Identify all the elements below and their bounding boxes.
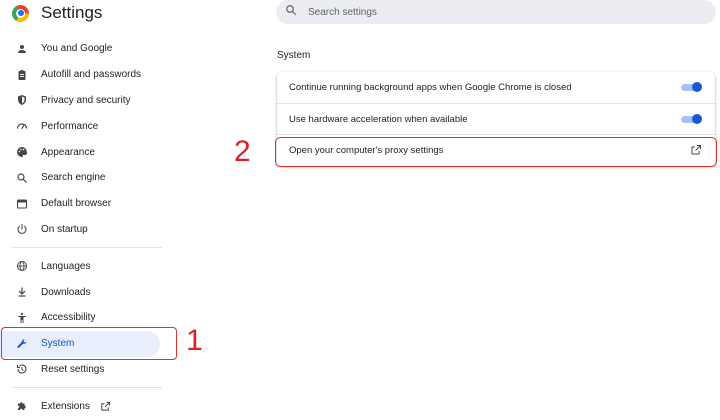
search-icon xyxy=(16,172,28,184)
sidebar-item-label: On startup xyxy=(41,223,88,235)
clipboard-icon xyxy=(16,69,28,81)
puzzle-icon xyxy=(16,400,28,412)
chrome-logo-icon xyxy=(12,4,29,22)
background-apps-row[interactable]: Continue running background apps when Go… xyxy=(277,72,715,103)
palette-icon xyxy=(16,146,28,158)
annotation-highlight-system xyxy=(1,327,177,360)
annotation-step-2: 2 xyxy=(234,135,251,168)
sidebar-item-performance[interactable]: Performance xyxy=(0,113,168,139)
sidebar-item-label: Search engine xyxy=(41,172,106,184)
sidebar-item-privacy[interactable]: Privacy and security xyxy=(0,88,168,114)
search-icon xyxy=(285,3,297,21)
accessibility-icon xyxy=(16,312,28,324)
annotation-step-1: 1 xyxy=(186,324,203,357)
globe-icon xyxy=(16,260,28,272)
sidebar-item-label: You and Google xyxy=(41,43,113,55)
sidebar-item-languages[interactable]: Languages xyxy=(0,253,168,279)
sidebar-item-extensions[interactable]: Extensions xyxy=(0,393,168,419)
sidebar: You and Google Autofill and passwords Pr… xyxy=(0,36,168,419)
hardware-acceleration-toggle[interactable] xyxy=(681,114,702,124)
sidebar-item-downloads[interactable]: Downloads xyxy=(0,279,168,305)
history-icon xyxy=(16,363,28,375)
speedometer-icon xyxy=(16,120,28,132)
download-icon xyxy=(16,286,28,298)
sidebar-divider xyxy=(12,387,162,389)
sidebar-item-label: Performance xyxy=(41,120,99,132)
setting-label: Use hardware acceleration when available xyxy=(289,113,468,125)
sidebar-item-default-browser[interactable]: Default browser xyxy=(0,191,168,217)
sidebar-item-label: Reset settings xyxy=(41,363,105,375)
sidebar-item-label: Accessibility xyxy=(41,312,96,324)
setting-label: Continue running background apps when Go… xyxy=(289,82,572,93)
sidebar-item-search-engine[interactable]: Search engine xyxy=(0,165,168,191)
hardware-acceleration-row[interactable]: Use hardware acceleration when available xyxy=(277,103,715,134)
section-title: System xyxy=(277,50,311,61)
sidebar-item-label: Privacy and security xyxy=(41,94,131,106)
sidebar-item-appearance[interactable]: Appearance xyxy=(0,139,168,165)
toggle-knob xyxy=(692,114,702,124)
toggle-knob xyxy=(692,82,702,92)
power-icon xyxy=(16,223,28,235)
search-input[interactable]: Search settings xyxy=(276,0,716,24)
sidebar-item-label: Default browser xyxy=(41,198,112,210)
page-title: Settings xyxy=(41,3,103,22)
sidebar-item-on-startup[interactable]: On startup xyxy=(0,217,168,243)
sidebar-item-label: Languages xyxy=(41,260,91,272)
search-placeholder: Search settings xyxy=(308,6,377,18)
sidebar-item-label: Appearance xyxy=(41,146,95,158)
sidebar-item-label: Autofill and passwords xyxy=(41,69,142,81)
sidebar-item-you-and-google[interactable]: You and Google xyxy=(0,36,168,62)
background-apps-toggle[interactable] xyxy=(681,82,702,92)
annotation-highlight-proxy xyxy=(275,137,717,167)
sidebar-item-label: Downloads xyxy=(41,286,91,298)
sidebar-item-label: Extensions xyxy=(41,400,90,412)
person-icon xyxy=(16,43,28,55)
sidebar-item-reset-settings[interactable]: Reset settings xyxy=(0,357,168,383)
sidebar-divider xyxy=(12,247,162,249)
app-header: Settings xyxy=(12,3,102,23)
shield-icon xyxy=(16,94,28,106)
open-in-new-icon xyxy=(100,401,111,412)
sidebar-item-autofill[interactable]: Autofill and passwords xyxy=(0,62,168,88)
browser-icon xyxy=(16,198,28,210)
